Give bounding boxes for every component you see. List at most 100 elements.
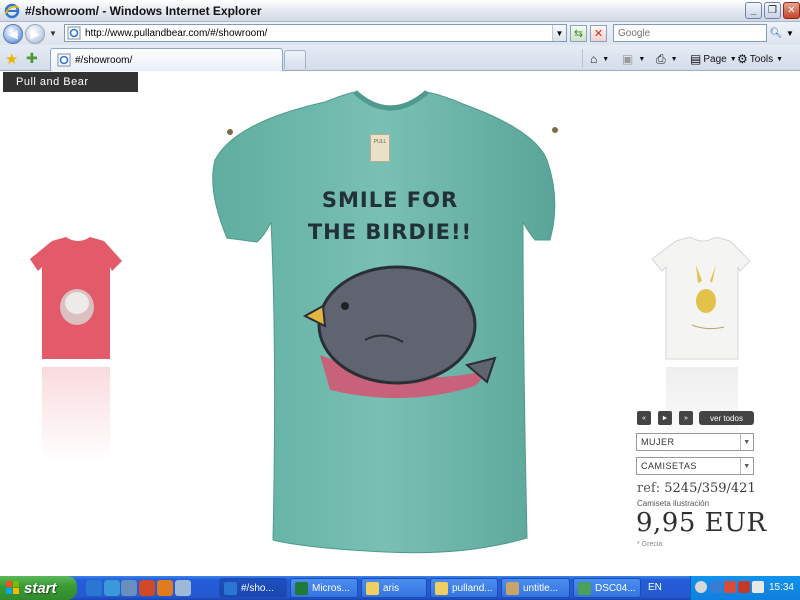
back-button[interactable]: ◀: [3, 23, 23, 44]
excel-icon: [295, 581, 308, 595]
quicklaunch-ie-icon[interactable]: [86, 580, 102, 596]
quicklaunch-app-icon[interactable]: [157, 580, 173, 596]
ie-icon: [224, 581, 237, 595]
gear-icon: ⚙: [737, 52, 748, 66]
stop-icon: ✕: [593, 28, 604, 40]
chevron-down-icon: ▼: [740, 458, 753, 474]
rewind-button[interactable]: «: [637, 411, 651, 425]
address-toolbar: ◀ ▶ ▼ http://www.pullandbear.com/#/showr…: [0, 22, 800, 45]
quicklaunch-opera-icon[interactable]: [139, 580, 155, 596]
product-thumbnail-next[interactable]: [652, 237, 754, 462]
ie-logo-icon: [4, 3, 20, 18]
window-title: #/showroom/ - Windows Internet Explorer: [25, 3, 262, 18]
product-thumbnail-prev[interactable]: [30, 237, 126, 462]
minimize-button[interactable]: _: [745, 2, 762, 19]
view-all-button[interactable]: ver todos: [699, 411, 754, 425]
ie-page-icon: [57, 53, 71, 67]
task-excel[interactable]: Micros...: [290, 578, 358, 598]
maximize-button[interactable]: ❐: [764, 2, 781, 19]
stop-button[interactable]: ✕: [590, 25, 607, 42]
gender-select-value: MUJER: [641, 437, 675, 447]
page-menu-label: Page: [703, 53, 727, 65]
task-label: DSC04...: [595, 582, 636, 594]
home-icon: ⌂: [590, 52, 598, 66]
tray-volume-icon[interactable]: [752, 581, 764, 593]
gender-select[interactable]: MUJER ▼: [636, 433, 754, 451]
refresh-icon: ⇆: [573, 28, 584, 40]
search-input[interactable]: [613, 24, 767, 42]
window-title-bar[interactable]: #/showroom/ - Windows Internet Explorer …: [0, 0, 800, 22]
task-ie-showroom[interactable]: #/sho...: [219, 578, 287, 598]
system-tray: 15:34: [690, 576, 800, 600]
windows-flag-icon: [6, 581, 19, 594]
quicklaunch-desktop-icon[interactable]: [104, 580, 120, 596]
favorites-star-icon[interactable]: ★: [5, 50, 18, 68]
address-url[interactable]: http://www.pullandbear.com/#/showroom/: [85, 28, 552, 39]
close-button[interactable]: ✕: [783, 2, 800, 19]
taskbar: start #/sho... Micros... aris pulland...…: [0, 576, 800, 600]
address-dropdown-icon[interactable]: ▼: [552, 25, 566, 41]
recent-pages-dropdown[interactable]: ▼: [49, 29, 59, 38]
fast-forward-button[interactable]: »: [679, 411, 693, 425]
chevron-down-icon: ▼: [740, 434, 753, 450]
task-dsc-image[interactable]: DSC04...: [573, 578, 641, 598]
page-content: Pull and Bear PULL SMILE FOR THE BIRDIE!…: [0, 72, 800, 576]
print-button[interactable]: ⎙ ▼: [656, 51, 678, 67]
task-folder-aris[interactable]: aris: [361, 578, 427, 598]
new-tab-button[interactable]: [284, 50, 306, 69]
category-select[interactable]: CAMISETAS ▼: [636, 457, 754, 475]
category-select-value: CAMISETAS: [641, 461, 697, 471]
tools-menu[interactable]: ⚙ Tools ▼: [737, 51, 783, 67]
refresh-button[interactable]: ⇆: [570, 25, 587, 42]
feeds-icon: ▣: [622, 52, 634, 66]
tools-menu-label: Tools: [749, 53, 774, 65]
product-name: Camiseta ilustración: [637, 499, 710, 508]
paint-icon: [506, 581, 519, 595]
reference-prefix: ref:: [637, 481, 661, 496]
task-untitled[interactable]: untitle...: [501, 578, 570, 598]
task-label: aris: [383, 582, 400, 594]
task-label: Micros...: [312, 582, 350, 594]
search-button[interactable]: 🔍︎: [769, 24, 783, 42]
address-field[interactable]: http://www.pullandbear.com/#/showroom/ ▼: [64, 24, 567, 42]
image-viewer-icon: [578, 581, 591, 595]
tray-security-icon[interactable]: [724, 581, 736, 593]
forward-button[interactable]: ▶: [25, 23, 45, 44]
product-price: 9,95 EUR: [636, 508, 767, 538]
feeds-button[interactable]: ▣ ▼: [622, 51, 645, 67]
shirt-label-tag: PULL: [370, 134, 390, 162]
home-button[interactable]: ⌂ ▼: [590, 51, 609, 67]
search-icon: 🔍︎: [769, 27, 783, 39]
folder-icon: [435, 581, 448, 595]
product-origin: * Grecia: [637, 541, 663, 548]
ie-page-icon: [67, 26, 81, 40]
page-icon: ▤: [690, 52, 702, 66]
tray-network-icon[interactable]: [710, 581, 722, 593]
main-product-image[interactable]: [205, 90, 575, 560]
back-arrow-icon: ◀: [8, 26, 18, 41]
tab-showroom[interactable]: #/showroom/: [50, 48, 283, 71]
print-icon: ⎙: [656, 51, 666, 66]
tray-arrow-icon[interactable]: [695, 581, 707, 593]
toolbar-divider: [582, 49, 583, 67]
forward-arrow-icon: ▶: [30, 26, 40, 41]
play-button[interactable]: ►: [658, 411, 672, 425]
task-label: pulland...: [452, 582, 493, 594]
clock[interactable]: 15:34: [769, 582, 794, 593]
task-label: #/sho...: [241, 582, 274, 594]
quicklaunch-notepad-icon[interactable]: [175, 580, 191, 596]
language-indicator[interactable]: EN: [648, 582, 662, 593]
start-label: start: [24, 579, 57, 597]
tab-label: #/showroom/: [75, 54, 133, 66]
start-button[interactable]: start: [0, 576, 77, 600]
search-options-dropdown[interactable]: ▼: [784, 24, 796, 42]
add-favorites-icon[interactable]: ✚: [26, 50, 38, 67]
brand-logo[interactable]: Pull and Bear: [3, 72, 138, 92]
task-folder-pulland[interactable]: pulland...: [430, 578, 498, 598]
tray-antivirus-icon[interactable]: [738, 581, 750, 593]
quicklaunch-media-icon[interactable]: [121, 580, 137, 596]
page-menu[interactable]: ▤ Page ▼: [690, 51, 737, 67]
task-label: untitle...: [523, 582, 559, 594]
reference-code: 5245/359/421: [664, 481, 756, 496]
tab-bar: ★ ✚ #/showroom/ ⌂ ▼ ▣ ▼ ⎙ ▼ ▤ Page ▼ ⚙ Tools…: [0, 45, 800, 71]
